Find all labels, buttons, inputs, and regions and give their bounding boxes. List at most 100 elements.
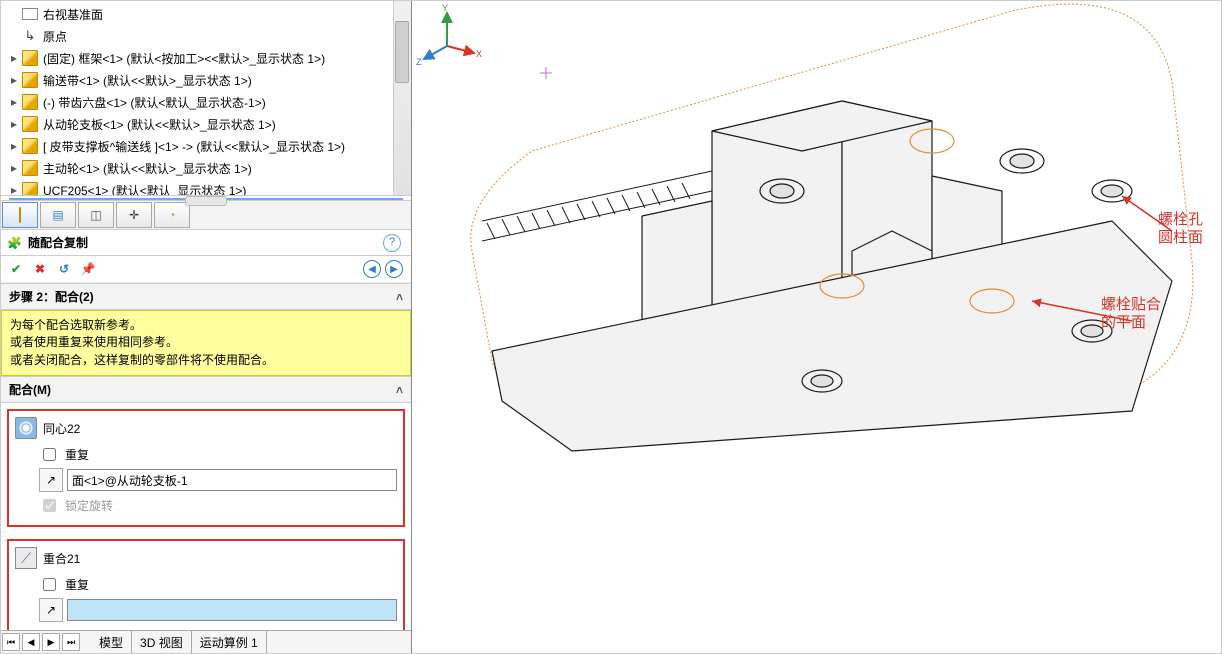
tree-item[interactable]: ▸ [ 皮带支撑板^输送线 ]<1> -> (默认<<默认>_显示状态 1>) (5, 135, 407, 157)
tree-item[interactable]: 原点 (5, 25, 407, 47)
origin-icon (21, 27, 39, 45)
nav-prev-button[interactable]: ◀ (22, 633, 40, 651)
tree-item[interactable]: ▸ (固定) 框架<1> (默认<按加工><<默认>_显示状态 1>) (5, 47, 407, 69)
part-icon (21, 93, 39, 111)
expand-icon[interactable]: ▸ (9, 139, 19, 153)
undo-button[interactable]: ↺ (55, 260, 73, 278)
expand-icon[interactable]: ▸ (9, 51, 19, 65)
part-icon (21, 181, 39, 196)
tree-item[interactable]: ▸ 从动轮支板<1> (默认<<默认>_显示状态 1>) (5, 113, 407, 135)
tab-feature-manager[interactable] (2, 202, 38, 228)
tree-item-label: 主动轮<1> (默认<<默认>_显示状态 1>) (43, 160, 252, 177)
tree-item[interactable]: ▸ UCF205<1> (默认<默认_显示状态 1>) (5, 179, 407, 196)
mate-name: 同心22 (43, 420, 80, 437)
nav-first-button[interactable]: ⏮ (2, 633, 20, 651)
step-header[interactable]: 步骤 2：配合(2) ˄ (1, 283, 411, 310)
crosshair-icon: ✛ (129, 208, 139, 222)
nav-next-button[interactable]: ▶ (42, 633, 60, 651)
back-button[interactable]: ◀ (363, 260, 381, 278)
view-triad[interactable]: X Y Z (412, 1, 482, 71)
lock-rotation-checkbox (43, 499, 56, 512)
repeat-checkbox[interactable] (43, 448, 56, 461)
tip-box: 为每个配合选取新参考。 或者使用重复来使用相同参考。 或者关闭配合，这样复制的零… (1, 310, 411, 376)
reference-input[interactable] (67, 469, 397, 491)
feature-tree[interactable]: 右视基准面原点 ▸ (固定) 框架<1> (默认<按加工><<默认>_显示状态 1>… (1, 1, 411, 196)
config-icon: ◫ (90, 208, 101, 222)
part-icon (21, 115, 39, 133)
tab-configuration-manager[interactable]: ◫ (78, 202, 114, 228)
tree-item-label: (-) 带齿六盘<1> (默认<默认_显示状态-1>) (43, 94, 266, 111)
axis-x-label: X (476, 49, 482, 59)
tab-motion[interactable]: 运动算例 1 (192, 631, 267, 653)
tree-item-label: 右视基准面 (43, 6, 103, 23)
lock-rotation-label: 锁定旋转 (65, 497, 113, 514)
part-icon (21, 49, 39, 67)
repeat-label: 重复 (65, 446, 89, 463)
tree-item[interactable]: ▸ 主动轮<1> (默认<<默认>_显示状态 1>) (5, 157, 407, 179)
tab-property-manager[interactable]: ▤ (40, 202, 76, 228)
mates-header[interactable]: 配合(M) ˄ (1, 376, 411, 403)
tree-scrollbar[interactable] (393, 1, 411, 195)
tree-item-label: [ 皮带支撑板^输送线 ]<1> -> (默认<<默认>_显示状态 1>) (43, 138, 345, 155)
mates-list: 同心22 重复 锁定旋转 重合21 (1, 403, 411, 654)
tab-display-manager[interactable]: ◔ (154, 202, 190, 228)
tip-line: 或者使用重复来使用相同参考。 (10, 334, 402, 351)
annotation-plane: 螺栓贴合 的平面 (1101, 296, 1161, 332)
axis-y-label: Y (442, 3, 448, 13)
cancel-button[interactable]: ✖ (31, 260, 49, 278)
reference-input[interactable] (67, 599, 397, 621)
coincident-icon (15, 547, 37, 569)
tree-item-label: UCF205<1> (默认<默认_显示状态 1>) (43, 182, 246, 197)
cube-icon (19, 208, 21, 222)
tree-item[interactable]: ▸输送带<1> (默认<<默认>_显示状态 1>) (5, 69, 407, 91)
expand-icon[interactable]: ▸ (9, 183, 19, 196)
tip-line: 为每个配合选取新参考。 (10, 317, 402, 334)
annotation-hole: 螺栓孔 圆柱面 (1158, 211, 1203, 247)
tab-dim-manager[interactable]: ✛ (116, 202, 152, 228)
part-icon (21, 159, 39, 177)
select-ref-button[interactable] (39, 468, 63, 492)
plane-icon (21, 5, 39, 23)
nav-last-button[interactable]: ⏭ (62, 633, 80, 651)
tree-item[interactable]: 右视基准面 (5, 3, 407, 25)
pm-controls: ✔ ✖ ↺ 📌 ◀ ▶ (1, 256, 411, 283)
forward-button[interactable]: ▶ (385, 260, 403, 278)
copy-with-mates-icon: 🧩 (7, 236, 22, 250)
list-icon: ▤ (52, 208, 63, 222)
expand-icon[interactable]: ▸ (9, 117, 19, 131)
collapse-icon[interactable]: ˄ (396, 383, 403, 397)
splitter[interactable] (9, 198, 403, 200)
ok-button[interactable]: ✔ (7, 260, 25, 278)
select-ref-button[interactable] (39, 598, 63, 622)
bottom-bar: ⏮ ◀ ▶ ⏭ 模型 3D 视图 运动算例 1 (1, 630, 411, 653)
axis-z-label: Z (416, 57, 422, 67)
help-button[interactable]: ? (383, 234, 401, 252)
repeat-checkbox[interactable] (43, 578, 56, 591)
annotation-text: 圆柱面 (1158, 229, 1203, 247)
annotation-text: 螺栓孔 (1158, 211, 1203, 229)
mate-name: 重合21 (43, 550, 80, 567)
mate-coincident: 重合21 重复 (7, 539, 405, 638)
tab-3dview[interactable]: 3D 视图 (132, 631, 192, 653)
pin-button[interactable]: 📌 (79, 260, 97, 278)
tree-item[interactable]: ▸ (-) 带齿六盘<1> (默认<默认_显示状态-1>) (5, 91, 407, 113)
mates-header-label: 配合(M) (9, 381, 51, 398)
annotation-text: 螺栓贴合 (1101, 296, 1161, 314)
part-icon (21, 71, 39, 89)
mate-concentric: 同心22 重复 锁定旋转 (7, 409, 405, 527)
expand-icon[interactable]: ▸ (9, 161, 19, 175)
collapse-icon[interactable]: ˄ (396, 290, 403, 304)
part-icon (21, 137, 39, 155)
tree-item-label: 从动轮支板<1> (默认<<默认>_显示状态 1>) (43, 116, 276, 133)
repeat-label: 重复 (65, 576, 89, 593)
tip-line: 或者关闭配合，这样复制的零部件将不使用配合。 (10, 352, 402, 369)
tree-item-label: (固定) 框架<1> (默认<按加工><<默认>_显示状态 1>) (43, 50, 325, 67)
tab-model[interactable]: 模型 (91, 631, 132, 653)
annotation-text: 的平面 (1101, 314, 1161, 332)
pm-title: 随配合复制 (28, 234, 88, 251)
tree-item-label: 原点 (43, 28, 67, 45)
concentric-icon (15, 417, 37, 439)
expand-icon[interactable]: ▸ (9, 95, 19, 109)
graphics-viewport[interactable]: 螺栓孔 圆柱面 螺栓贴合 的平面 X Y Z (412, 1, 1221, 653)
expand-icon[interactable]: ▸ (9, 73, 19, 87)
